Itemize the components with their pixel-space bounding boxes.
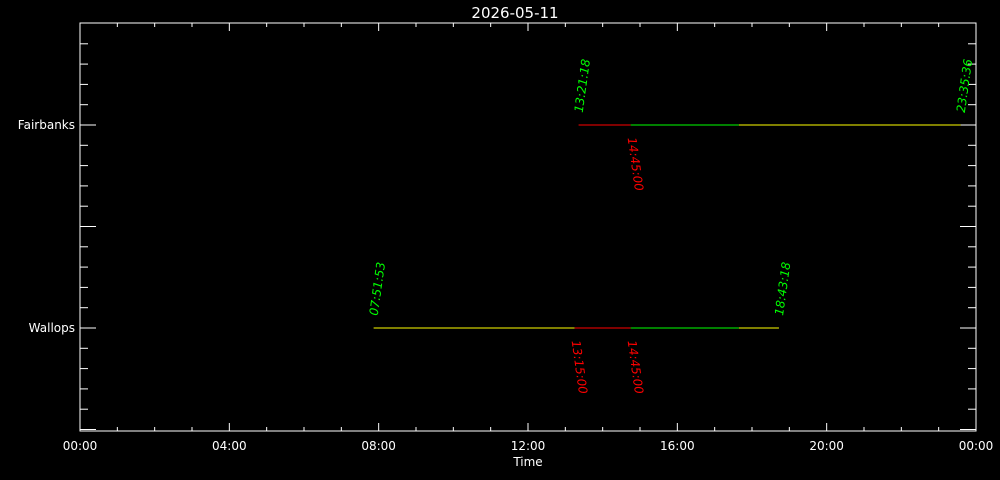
y-tick-label-wallops: Wallops [29, 321, 75, 335]
x-tick-label: 16:00 [660, 439, 695, 453]
x-tick-label: 12:00 [511, 439, 546, 453]
timeline-chart: 2026-05-11 Time 00:00 04:00 08:00 12:00 16:0… [18, 4, 994, 469]
x-tick-label: 00:00 [959, 439, 994, 453]
plot-marks: 13:21:18 23:35:3614:45:0007:51:53 18:43:18… [367, 58, 976, 395]
stop-time-label: 18:43:18 [772, 261, 793, 317]
marker-time-label: 14:45:00 [625, 339, 646, 395]
marker-time-label: 14:45:00 [625, 136, 646, 192]
x-tick-label: 08:00 [361, 439, 396, 453]
start-time-label: 07:51:53 [367, 261, 388, 316]
axes: 00:00 04:00 08:00 12:00 16:00 20:00 00:00 Fairb… [18, 22, 994, 453]
marker-time-label: 13:15:00 [569, 339, 590, 395]
y-tick-label-fairbanks: Fairbanks [18, 118, 75, 132]
chart-title: 2026-05-11 [471, 4, 558, 22]
x-axis-label: Time [512, 455, 542, 469]
x-tick-label: 20:00 [809, 439, 844, 453]
x-tick-label: 04:00 [212, 439, 247, 453]
plot-frame [79, 22, 977, 432]
x-tick-label: 00:00 [63, 439, 98, 453]
start-time-label: 13:21:18 [572, 58, 593, 114]
